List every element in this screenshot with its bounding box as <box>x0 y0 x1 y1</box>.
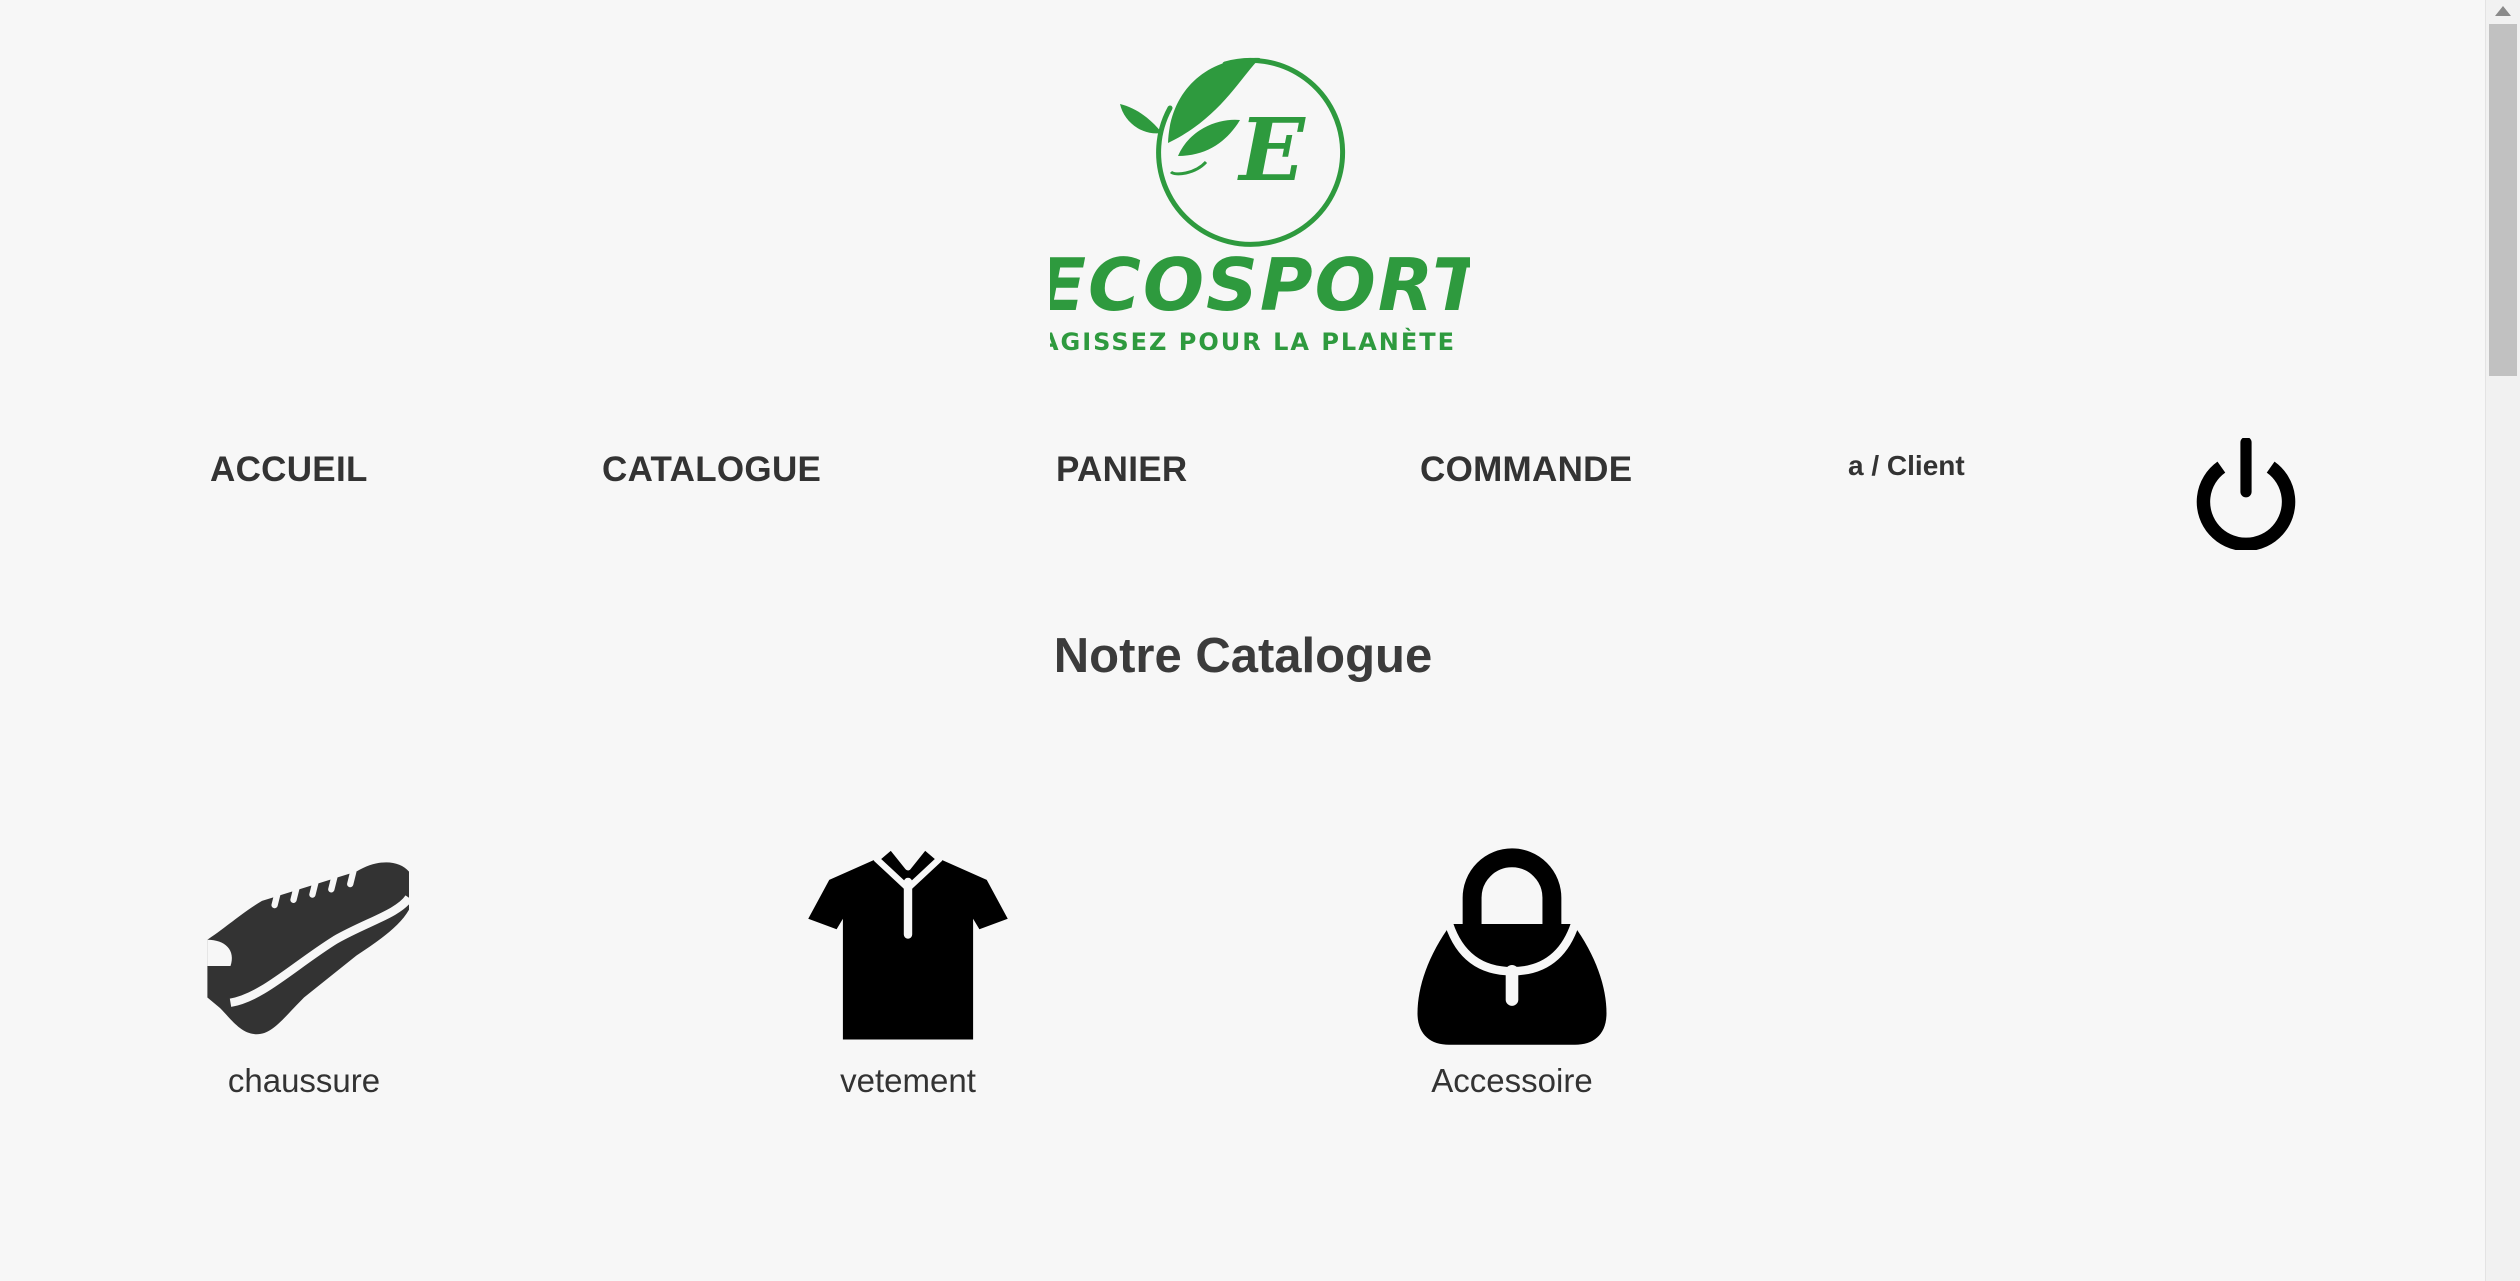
category-label: vetement <box>840 1062 976 1099</box>
category-label: Accessoire <box>1431 1062 1593 1099</box>
scroll-up-arrow-icon[interactable] <box>2495 6 2511 16</box>
category-chaussure[interactable]: chaussure <box>184 840 424 1100</box>
page-title: Notre Catalogue <box>1053 629 1433 683</box>
nav-panier[interactable]: PANIER <box>1056 450 1187 490</box>
svg-text:E: E <box>1236 100 1306 201</box>
ecosport-logo-graphic: E ECOSPORT AGISSEZ POUR LA PLANÈTE <box>1050 57 1470 356</box>
vertical-scrollbar[interactable] <box>2485 0 2520 1281</box>
category-accessoire[interactable]: Accessoire <box>1392 840 1632 1100</box>
nav-accueil[interactable]: ACCUEIL <box>210 450 368 490</box>
logout-button[interactable] <box>2190 438 2302 550</box>
page: E ECOSPORT AGISSEZ POUR LA PLANÈTE ACCUE… <box>0 0 2520 1281</box>
handbag-icon <box>1417 848 1607 1045</box>
shoe-icon <box>207 862 409 1035</box>
power-icon <box>2196 438 2296 550</box>
svg-text:ECOSPORT: ECOSPORT <box>1050 243 1470 327</box>
nav-catalogue[interactable]: CATALOGUE <box>602 450 821 490</box>
svg-text:AGISSEZ POUR LA PLANÈTE: AGISSEZ POUR LA PLANÈTE <box>1050 327 1456 356</box>
category-vetement[interactable]: vetement <box>788 840 1028 1100</box>
polo-shirt-icon <box>808 843 1008 1040</box>
scrollbar-thumb[interactable] <box>2489 24 2517 376</box>
user-label: a / Client <box>1848 450 1965 481</box>
nav-commande[interactable]: COMMANDE <box>1420 450 1632 490</box>
category-label: chaussure <box>227 1062 381 1099</box>
brand-logo[interactable]: E ECOSPORT AGISSEZ POUR LA PLANÈTE <box>1050 48 1470 368</box>
